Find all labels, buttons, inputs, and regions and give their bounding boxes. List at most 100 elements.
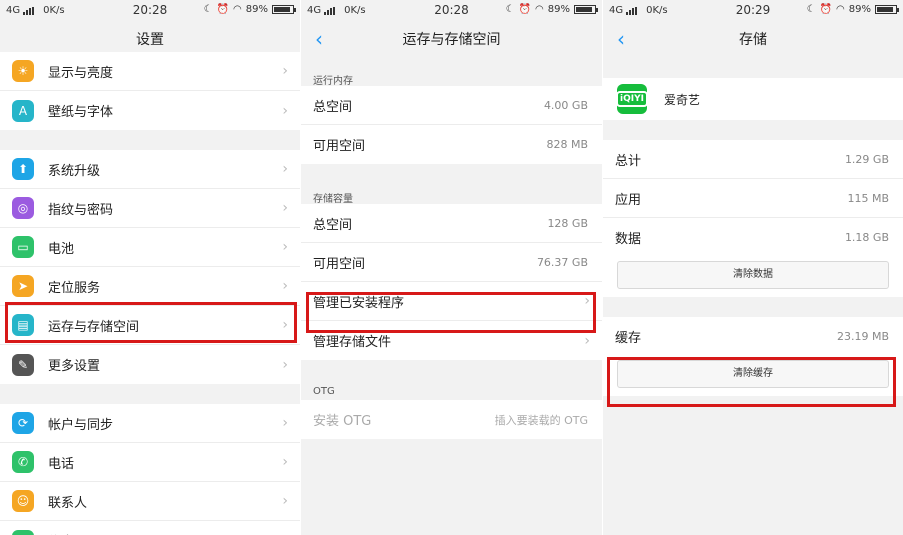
font-icon: A xyxy=(12,99,34,122)
row-label: 安装 OTG xyxy=(313,414,372,429)
battery-icon xyxy=(574,5,598,14)
status-bar: 4G 0K/s 20:28 ☾ ⏰ ◠ 89% xyxy=(301,0,602,22)
page-title: 运存与存储空间 xyxy=(402,32,501,48)
settings-item-battery[interactable]: ▭ 电池 › xyxy=(0,228,300,267)
app-size-row: 应用 115 MB xyxy=(603,179,903,218)
otg-group: 安装 OTG 插入要装载的 OTG xyxy=(301,400,602,439)
highlight-box xyxy=(306,292,596,333)
row-label: 管理存储文件 xyxy=(313,335,392,350)
chevron-right-icon: › xyxy=(282,63,288,79)
settings-item-label: 电话 xyxy=(48,456,75,472)
upgrade-icon: ⬆ xyxy=(12,158,34,180)
settings-screen: 4G 0K/s 20:28 ☾ ⏰ ◠ 89% 设置 ☀ 显示与亮度 › A 壁… xyxy=(0,0,300,535)
chevron-right-icon: › xyxy=(282,102,288,119)
app-logo-text: iQIYI xyxy=(616,91,648,107)
battery-percent: 89% xyxy=(245,4,268,15)
wifi-icon: ◠ xyxy=(535,4,544,15)
settings-item-label: 系统升级 xyxy=(48,163,101,179)
settings-item-label: 帐户与同步 xyxy=(48,417,114,433)
settings-group-display: ☀ 显示与亮度 › A 壁纸与字体 › xyxy=(0,52,300,130)
settings-list: ☀ 显示与亮度 › A 壁纸与字体 › ⬆ 系统升级 › ◎ 指纹与密码 › ▭… xyxy=(0,52,300,535)
settings-item-label: 壁纸与字体 xyxy=(48,105,114,120)
battery-fill xyxy=(576,7,593,12)
row-label: 总空间 xyxy=(313,99,353,115)
section-otg-label: OTG xyxy=(301,360,602,400)
moon-icon: ☾ xyxy=(203,4,213,15)
settings-item-fingerprint[interactable]: ◎ 指纹与密码 › xyxy=(0,189,300,228)
ram-available-row: 可用空间 828 MB xyxy=(301,125,602,164)
chevron-right-icon: › xyxy=(282,278,288,294)
battery-icon xyxy=(875,5,899,14)
wifi-icon: ◠ xyxy=(836,4,845,15)
storage-available-row: 可用空间 76.37 GB xyxy=(301,243,602,282)
settings-item-more[interactable]: ✎ 更多设置 › xyxy=(0,345,300,384)
app-storage-screen: 4G 0K/s 20:29 ☾ ⏰ ◠ 89% ‹ 存储 iQIYI 爱奇艺 总… xyxy=(603,0,903,535)
ram-group: 总空间 4.00 GB 可用空间 828 MB xyxy=(301,86,602,164)
chevron-right-icon: › xyxy=(282,200,288,216)
settings-item-messages[interactable]: ✉ 信息 › xyxy=(0,521,300,535)
moon-icon: ☾ xyxy=(806,4,816,15)
battery-icon: ▭ xyxy=(12,236,34,258)
header: ‹ 运存与存储空间 xyxy=(301,22,602,58)
header: ‹ 存储 xyxy=(603,22,903,58)
chevron-right-icon: › xyxy=(282,415,288,431)
moon-icon: ☾ xyxy=(505,4,515,15)
settings-item-label: 联系人 xyxy=(48,495,88,511)
app-name: 爱奇艺 xyxy=(664,92,701,107)
settings-item-account[interactable]: ⟳ 帐户与同步 › xyxy=(0,404,300,443)
back-arrow-icon[interactable]: ‹ xyxy=(315,22,323,56)
battery-icon xyxy=(272,5,296,14)
wrench-icon: ✎ xyxy=(12,353,34,376)
row-label: 数据 xyxy=(615,232,642,247)
battery-percent: 89% xyxy=(848,4,871,15)
battery-fill xyxy=(877,7,894,12)
clear-data-button[interactable]: 清除数据 xyxy=(617,261,889,289)
contacts-icon: ☺ xyxy=(12,490,34,512)
alarm-icon: ⏰ xyxy=(518,4,532,15)
memory-storage-screen: 4G 0K/s 20:28 ☾ ⏰ ◠ 89% ‹ 运存与存储空间 运行内存 总… xyxy=(301,0,602,535)
row-value: 128 GB xyxy=(547,216,588,230)
section-storage-label: 存储容量 xyxy=(301,164,602,205)
row-label: 应用 xyxy=(615,192,642,208)
chevron-right-icon: › xyxy=(282,161,288,177)
alarm-icon: ⏰ xyxy=(819,4,833,15)
status-bar: 4G 0K/s 20:29 ☾ ⏰ ◠ 89% xyxy=(603,0,903,22)
location-icon: ➤ xyxy=(12,275,34,297)
settings-item-wallpaper[interactable]: A 壁纸与字体 › xyxy=(0,91,300,130)
settings-item-upgrade[interactable]: ⬆ 系统升级 › xyxy=(0,150,300,189)
settings-item-label: 显示与亮度 xyxy=(48,65,114,81)
back-arrow-icon[interactable]: ‹ xyxy=(617,22,625,56)
fingerprint-icon: ◎ xyxy=(12,197,34,219)
chevron-right-icon: › xyxy=(584,332,590,349)
chevron-right-icon: › xyxy=(282,493,288,509)
iqiyi-logo-icon: iQIYI xyxy=(616,84,648,114)
page-title: 存储 xyxy=(739,32,767,48)
settings-item-label: 电池 xyxy=(48,241,75,257)
row-label: 总空间 xyxy=(313,217,353,233)
account-icon: ⟳ xyxy=(12,412,34,434)
settings-item-phone[interactable]: ✆ 电话 › xyxy=(0,443,300,482)
row-label: 可用空间 xyxy=(313,256,366,272)
settings-item-contacts[interactable]: ☺ 联系人 › xyxy=(0,482,300,521)
row-value: 1.18 GB xyxy=(844,231,889,244)
app-header: iQIYI 爱奇艺 xyxy=(603,78,903,120)
settings-item-label: 定位服务 xyxy=(48,280,101,296)
app-size-group: 总计 1.29 GB 应用 115 MB 数据 1.18 GB 清除数据 xyxy=(603,140,903,297)
row-label: 总计 xyxy=(615,153,642,169)
settings-item-label: 指纹与密码 xyxy=(48,202,114,218)
settings-item-label: 信息 xyxy=(48,531,276,535)
row-value: 828 MB xyxy=(546,138,588,151)
settings-group-account: ⟳ 帐户与同步 › ✆ 电话 › ☺ 联系人 › ✉ 信息 › xyxy=(0,404,300,535)
section-ram-label: 运行内存 xyxy=(301,64,602,87)
settings-item-display[interactable]: ☀ 显示与亮度 › xyxy=(0,52,300,91)
cache-row: 缓存 23.19 MB xyxy=(603,317,903,356)
row-value: 23.19 MB xyxy=(836,330,889,343)
battery-fill xyxy=(274,7,291,12)
row-value: 115 MB xyxy=(847,191,889,205)
storage-group: 总空间 128 GB 可用空间 76.37 GB 管理已安装程序 › 管理存储文… xyxy=(301,204,602,360)
data-size-row: 数据 1.18 GB xyxy=(603,218,903,257)
row-value: 4.00 GB xyxy=(543,98,588,112)
highlight-box xyxy=(607,357,896,407)
chevron-right-icon: › xyxy=(282,356,288,373)
settings-item-location[interactable]: ➤ 定位服务 › xyxy=(0,267,300,306)
